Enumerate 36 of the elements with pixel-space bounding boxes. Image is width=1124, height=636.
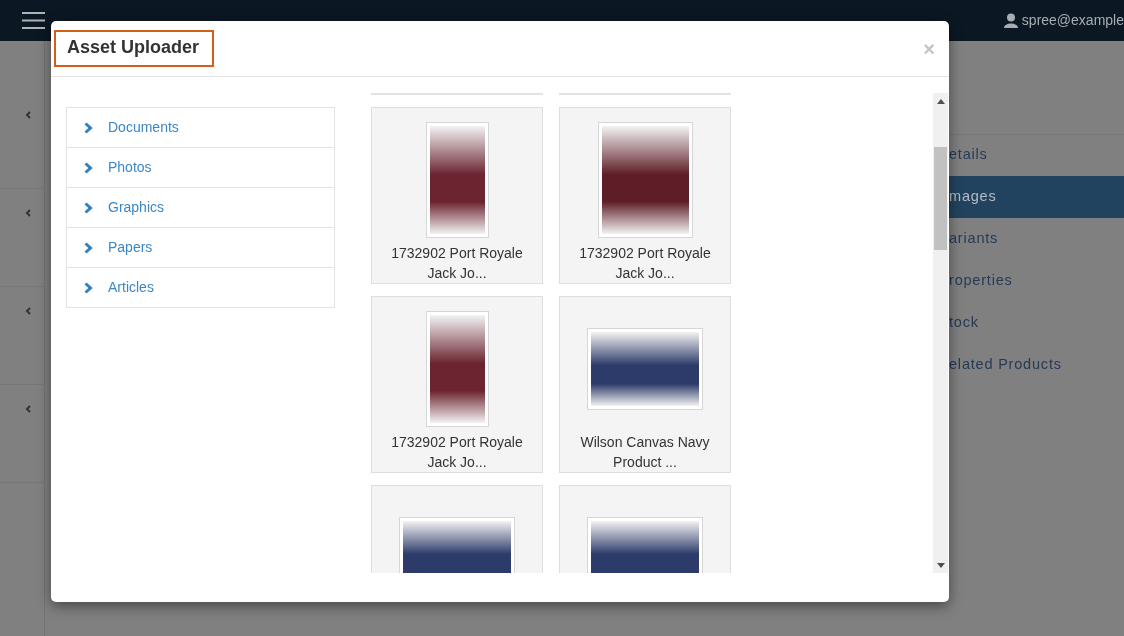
chevron-right-icon <box>84 201 93 214</box>
folder-link[interactable]: Graphics <box>108 197 165 218</box>
side-menu-item[interactable]: ariants <box>949 218 1124 260</box>
asset-caption: Wilson Canvas Navy Product ... <box>579 433 711 472</box>
chevron-left-icon[interactable] <box>25 405 31 413</box>
folder-link[interactable]: Documents <box>108 117 179 138</box>
user-email[interactable]: spree@example <box>1021 10 1124 31</box>
folder-link[interactable]: Papers <box>108 237 153 258</box>
side-menu-item[interactable]: elated Products <box>949 344 1124 386</box>
scroll-up-icon[interactable] <box>936 98 945 104</box>
asset-caption: 1732902 Port Royale Jack Jo... <box>390 433 524 472</box>
side-menu-item[interactable]: roperties <box>949 260 1124 302</box>
folder-link[interactable]: Articles <box>108 277 154 298</box>
chevron-right-icon <box>84 121 93 134</box>
modal-title: Asset Uploader <box>54 30 215 67</box>
chevron-right-icon <box>84 241 93 254</box>
menu-icon[interactable] <box>22 12 45 29</box>
asset-card[interactable]: 1732902 Port Royale Jack Jo... <box>371 107 543 284</box>
chevron-left-icon[interactable] <box>25 209 31 217</box>
user-icon <box>1003 13 1018 28</box>
side-menu-item[interactable]: etails <box>949 134 1124 176</box>
scrollbar[interactable] <box>933 93 948 573</box>
side-menu-item[interactable]: tock <box>949 302 1124 344</box>
chevron-right-icon <box>84 161 93 174</box>
chevron-left-icon[interactable] <box>25 307 31 315</box>
asset-caption: 1732902 Port Royale Jack Jo... <box>390 244 524 283</box>
folder-link[interactable]: Photos <box>108 157 152 178</box>
chevron-left-icon[interactable] <box>25 111 31 119</box>
chevron-right-icon <box>84 281 93 294</box>
scroll-thumb[interactable] <box>934 147 947 250</box>
asset-card[interactable]: 1732902 Port Royale Jack Jo... <box>559 107 731 284</box>
asset-caption: 1732902 Port Royale Jack Jo... <box>578 244 712 283</box>
side-menu-item[interactable]: mages <box>949 176 1124 218</box>
asset-card[interactable]: 1732902 Port Royale Jack Jo... <box>371 296 543 473</box>
asset-card[interactable]: Wilson Canvas Navy Product ... <box>559 296 731 473</box>
scroll-down-icon[interactable] <box>936 562 945 568</box>
